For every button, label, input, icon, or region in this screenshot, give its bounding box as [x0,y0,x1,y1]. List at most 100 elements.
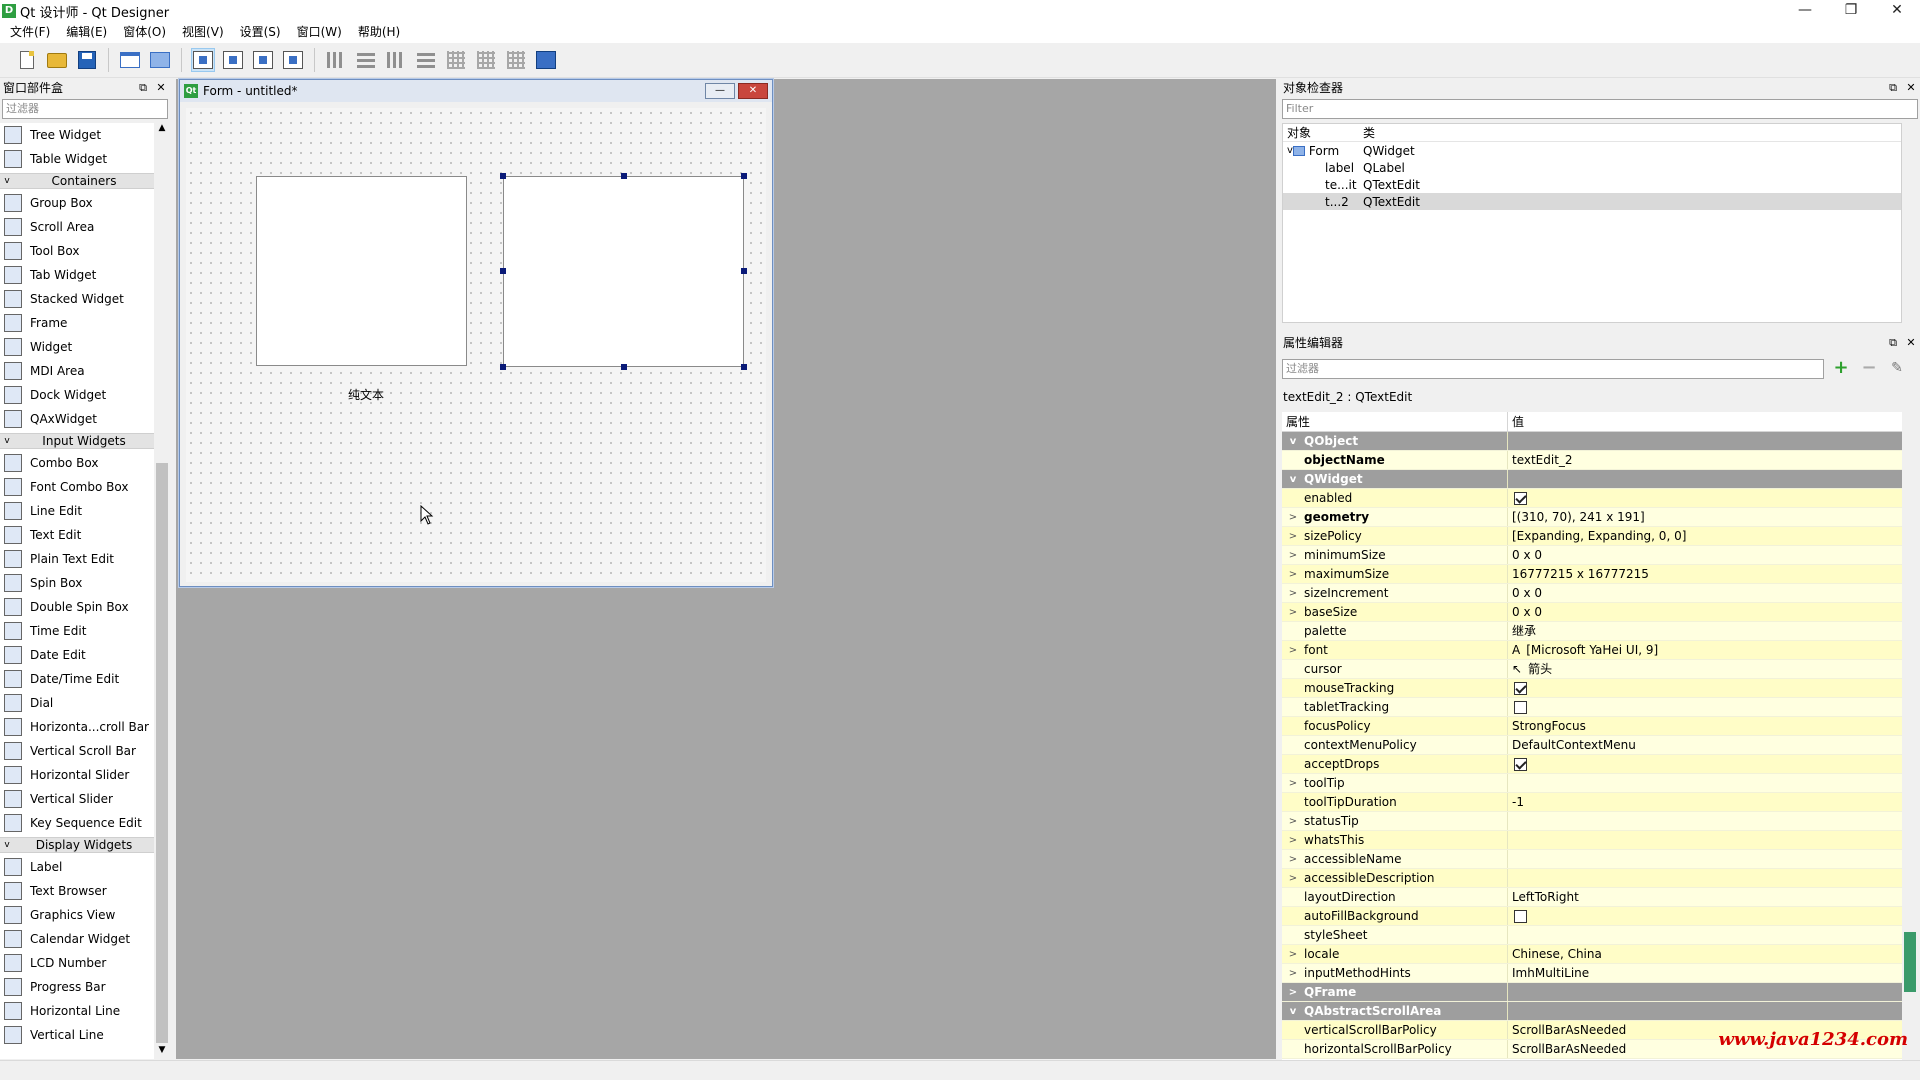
col-value[interactable]: 值 [1508,412,1902,431]
widget-item[interactable]: QAxWidget [0,407,154,431]
widget-item[interactable]: Group Box [0,191,154,215]
bring-front-button[interactable] [148,48,172,72]
property-row[interactable]: enabled [1282,489,1902,508]
chevron-right-icon[interactable]: > [1282,983,1304,1002]
property-row[interactable]: > sizePolicy [Expanding, Expanding, 0, 0] [1282,527,1902,546]
adjust-size-button[interactable] [534,48,558,72]
widget-item[interactable]: Stacked Widget [0,287,154,311]
property-value[interactable]: A [Microsoft YaHei UI, 9] [1508,641,1902,659]
property-row[interactable]: focusPolicy StrongFocus [1282,717,1902,736]
send-back-button[interactable] [118,48,142,72]
widget-item[interactable]: Tree Widget [0,123,154,147]
property-row[interactable]: acceptDrops [1282,755,1902,774]
form-title-bar[interactable]: Qt Form - untitled* — ✕ [180,80,772,102]
property-value[interactable] [1508,831,1902,849]
property-group[interactable]: > QFrame [1282,983,1902,1002]
property-value[interactable]: 0 x 0 [1508,584,1902,602]
edit-buddies-button[interactable] [251,48,275,72]
widget-item[interactable]: Text Edit [0,523,154,547]
widget-item[interactable]: Vertical Scroll Bar [0,739,154,763]
property-group[interactable]: v QWidget [1282,470,1902,489]
widget-item[interactable]: Date Edit [0,643,154,667]
tree-row[interactable]: te...it QTextEdit [1283,176,1901,193]
text-edit-2-selected[interactable] [503,176,744,367]
checkbox[interactable] [1514,681,1527,695]
widget-item[interactable]: Calendar Widget [0,927,154,951]
form-canvas[interactable]: 纯文本 [186,108,766,582]
form-close-button[interactable]: ✕ [738,83,768,99]
property-row[interactable]: > accessibleDescription [1282,869,1902,888]
menu-item[interactable]: 视图(V) [174,22,232,43]
menu-item[interactable]: 窗口(W) [289,22,350,43]
property-value[interactable]: 继承 [1508,622,1902,640]
resize-handle[interactable] [741,268,747,274]
menu-item[interactable]: 编辑(E) [58,22,115,43]
property-value[interactable]: -1 [1508,793,1902,811]
edit-widgets-button[interactable] [191,48,215,72]
property-row[interactable]: > sizeIncrement 0 x 0 [1282,584,1902,603]
col-class[interactable]: 类 [1363,124,1901,141]
widget-item[interactable]: Vertical Slider [0,787,154,811]
property-value[interactable] [1508,926,1902,944]
property-value[interactable]: StrongFocus [1508,717,1902,735]
edit-signals-button[interactable] [221,48,245,72]
widget-item[interactable]: Scroll Area [0,215,154,239]
resize-handle[interactable] [741,364,747,370]
text-edit[interactable] [256,176,467,366]
form-window[interactable]: Qt Form - untitled* — ✕ 纯文本 [179,79,773,587]
widget-item[interactable]: Text Browser [0,879,154,903]
menu-item[interactable]: 文件(F) [2,22,58,43]
resize-handle[interactable] [741,173,747,179]
property-row[interactable]: > baseSize 0 x 0 [1282,603,1902,622]
property-group[interactable]: v QAbstractScrollArea [1282,1002,1902,1021]
resize-handle[interactable] [500,364,506,370]
layout-hsplitter-button[interactable] [384,48,408,72]
property-value[interactable] [1508,869,1902,887]
property-row[interactable]: layoutDirection LeftToRight [1282,888,1902,907]
layout-vsplitter-button[interactable] [414,48,438,72]
layout-horizontal-button[interactable] [324,48,348,72]
chevron-right-icon[interactable]: > [1282,565,1304,584]
checkbox[interactable] [1514,909,1527,923]
close-dock-icon[interactable]: ✕ [1902,334,1920,352]
property-value[interactable] [1508,907,1902,925]
widget-item[interactable]: LCD Number [0,951,154,975]
property-value[interactable]: ↖ 箭头 [1508,660,1902,678]
property-value[interactable]: 0 x 0 [1508,546,1902,564]
property-value[interactable]: 16777215 x 16777215 [1508,565,1902,583]
property-filter-input[interactable]: 过滤器 [1282,359,1824,379]
widget-item[interactable]: Horizontal Line [0,999,154,1023]
property-row[interactable]: palette 继承 [1282,622,1902,641]
col-object[interactable]: 对象 [1283,124,1363,141]
widget-item[interactable]: Combo Box [0,451,154,475]
scroll-up-icon[interactable]: ▲ [154,123,170,137]
chevron-right-icon[interactable]: > [1282,850,1304,869]
property-row[interactable]: mouseTracking [1282,679,1902,698]
property-value[interactable] [1508,774,1902,792]
widget-box-filter-input[interactable]: 过滤器 [2,99,168,119]
property-row[interactable]: > toolTip [1282,774,1902,793]
property-value[interactable] [1508,850,1902,868]
property-row[interactable]: > geometry [(310, 70), 241 x 191] [1282,508,1902,527]
float-dock-icon[interactable]: ⧉ [134,79,152,97]
checkbox[interactable] [1514,491,1527,505]
edit-tab-order-button[interactable] [281,48,305,72]
chevron-right-icon[interactable]: > [1282,831,1304,850]
property-value[interactable] [1508,679,1902,697]
property-value[interactable] [1508,698,1902,716]
minimize-button[interactable]: — [1782,0,1828,22]
widget-item[interactable]: Key Sequence Edit [0,811,154,835]
widget-item[interactable]: Progress Bar [0,975,154,999]
widget-item[interactable]: Frame [0,311,154,335]
chevron-down-icon[interactable]: v [1282,1002,1304,1021]
close-button[interactable]: ✕ [1874,0,1920,22]
resize-handle[interactable] [621,173,627,179]
property-row[interactable]: > whatsThis [1282,831,1902,850]
scroll-down-icon[interactable]: ▼ [154,1045,170,1059]
layout-form-button[interactable] [474,48,498,72]
widget-item[interactable]: Widget [0,335,154,359]
resize-handle[interactable] [500,268,506,274]
menu-item[interactable]: 帮助(H) [350,22,408,43]
property-row[interactable]: toolTipDuration -1 [1282,793,1902,812]
menu-item[interactable]: 设置(S) [232,22,289,43]
